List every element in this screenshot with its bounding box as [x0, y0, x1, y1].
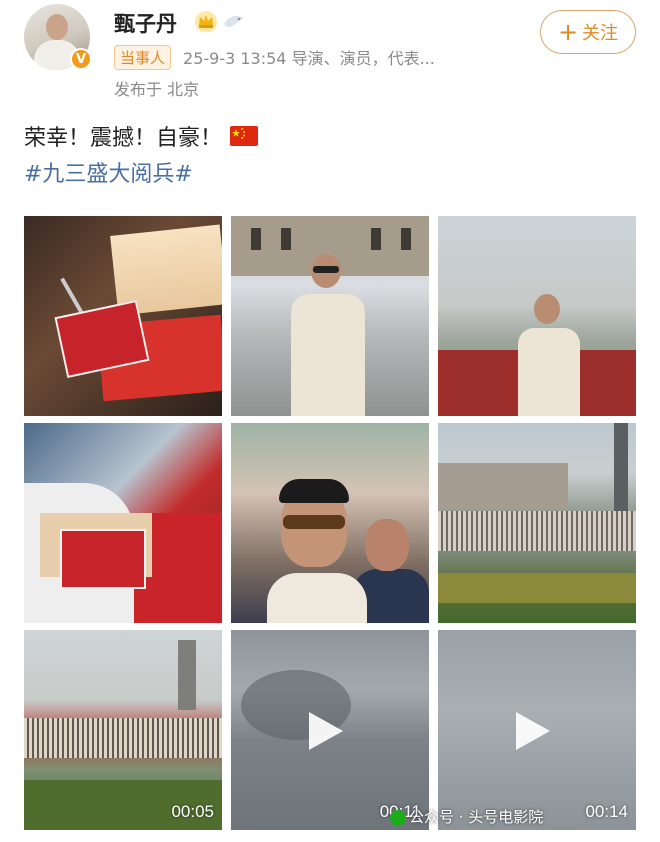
username[interactable]: 甄子丹 [114, 8, 177, 38]
media-photo-selfie[interactable] [231, 423, 429, 623]
video-duration: 00:05 [171, 802, 214, 821]
post-meta: 25-9-3 13:54 导演、演员，代表... [183, 49, 435, 68]
lanyard [60, 277, 84, 315]
sunglasses [313, 266, 339, 273]
window [401, 228, 411, 250]
verified-icon: V [70, 48, 92, 70]
watermark-text: 公众号 · 头号电影院 [409, 808, 544, 826]
media-grid: 00:05 00:11 00:14 [24, 216, 636, 830]
post-text: 荣幸！震撼！自豪！ [24, 120, 259, 152]
person-head [534, 294, 560, 324]
post-location: 发布于 北京 [114, 80, 200, 99]
post-text-content: 荣幸！震撼！自豪！ [24, 126, 223, 151]
follow-label: 关注 [582, 23, 619, 44]
person-body [518, 328, 580, 416]
hair [279, 479, 349, 503]
watermark: 公众号 · 头号电影院 [390, 806, 543, 827]
follow-button[interactable]: + 关注 [540, 10, 636, 54]
hashtag-link[interactable]: #九三盛大阅兵# [24, 156, 193, 188]
monument [178, 640, 196, 710]
media-video-1[interactable]: 00:05 [24, 630, 222, 830]
play-icon[interactable] [516, 712, 550, 750]
post-header: V 甄子丹 + 关注 当事人 25-9-3 13:54 导演、演员，代表... … [0, 0, 660, 110]
person-body [267, 573, 367, 623]
media-photo-invitation[interactable] [24, 216, 222, 416]
lawn [438, 573, 636, 603]
media-photo-square[interactable] [438, 423, 636, 623]
video-duration: 00:14 [585, 802, 628, 821]
media-photo-stand[interactable] [438, 216, 636, 416]
crown-icon [195, 11, 217, 32]
stands [24, 718, 222, 758]
media-video-3[interactable]: 00:14 [438, 630, 636, 830]
window [281, 228, 291, 250]
sunglasses [283, 515, 345, 529]
media-video-2[interactable]: 00:11 [231, 630, 429, 830]
bird-icon [224, 16, 244, 28]
china-flag-icon [230, 126, 259, 146]
window [251, 228, 261, 250]
meta-row: 当事人 25-9-3 13:54 导演、演员，代表... [114, 44, 435, 70]
avatar-face [46, 14, 68, 40]
crowd [438, 511, 636, 551]
media-photo-standing[interactable] [231, 216, 429, 416]
man-head [365, 519, 409, 571]
media-photo-badge[interactable] [24, 423, 222, 623]
status-badge: 当事人 [114, 44, 172, 70]
plus-icon: + [557, 18, 579, 46]
hall [438, 463, 568, 509]
access-badge [60, 529, 146, 589]
tower [614, 423, 628, 513]
person-body [291, 294, 365, 416]
play-icon[interactable] [309, 712, 343, 750]
window [371, 228, 381, 250]
wechat-icon [390, 809, 406, 826]
